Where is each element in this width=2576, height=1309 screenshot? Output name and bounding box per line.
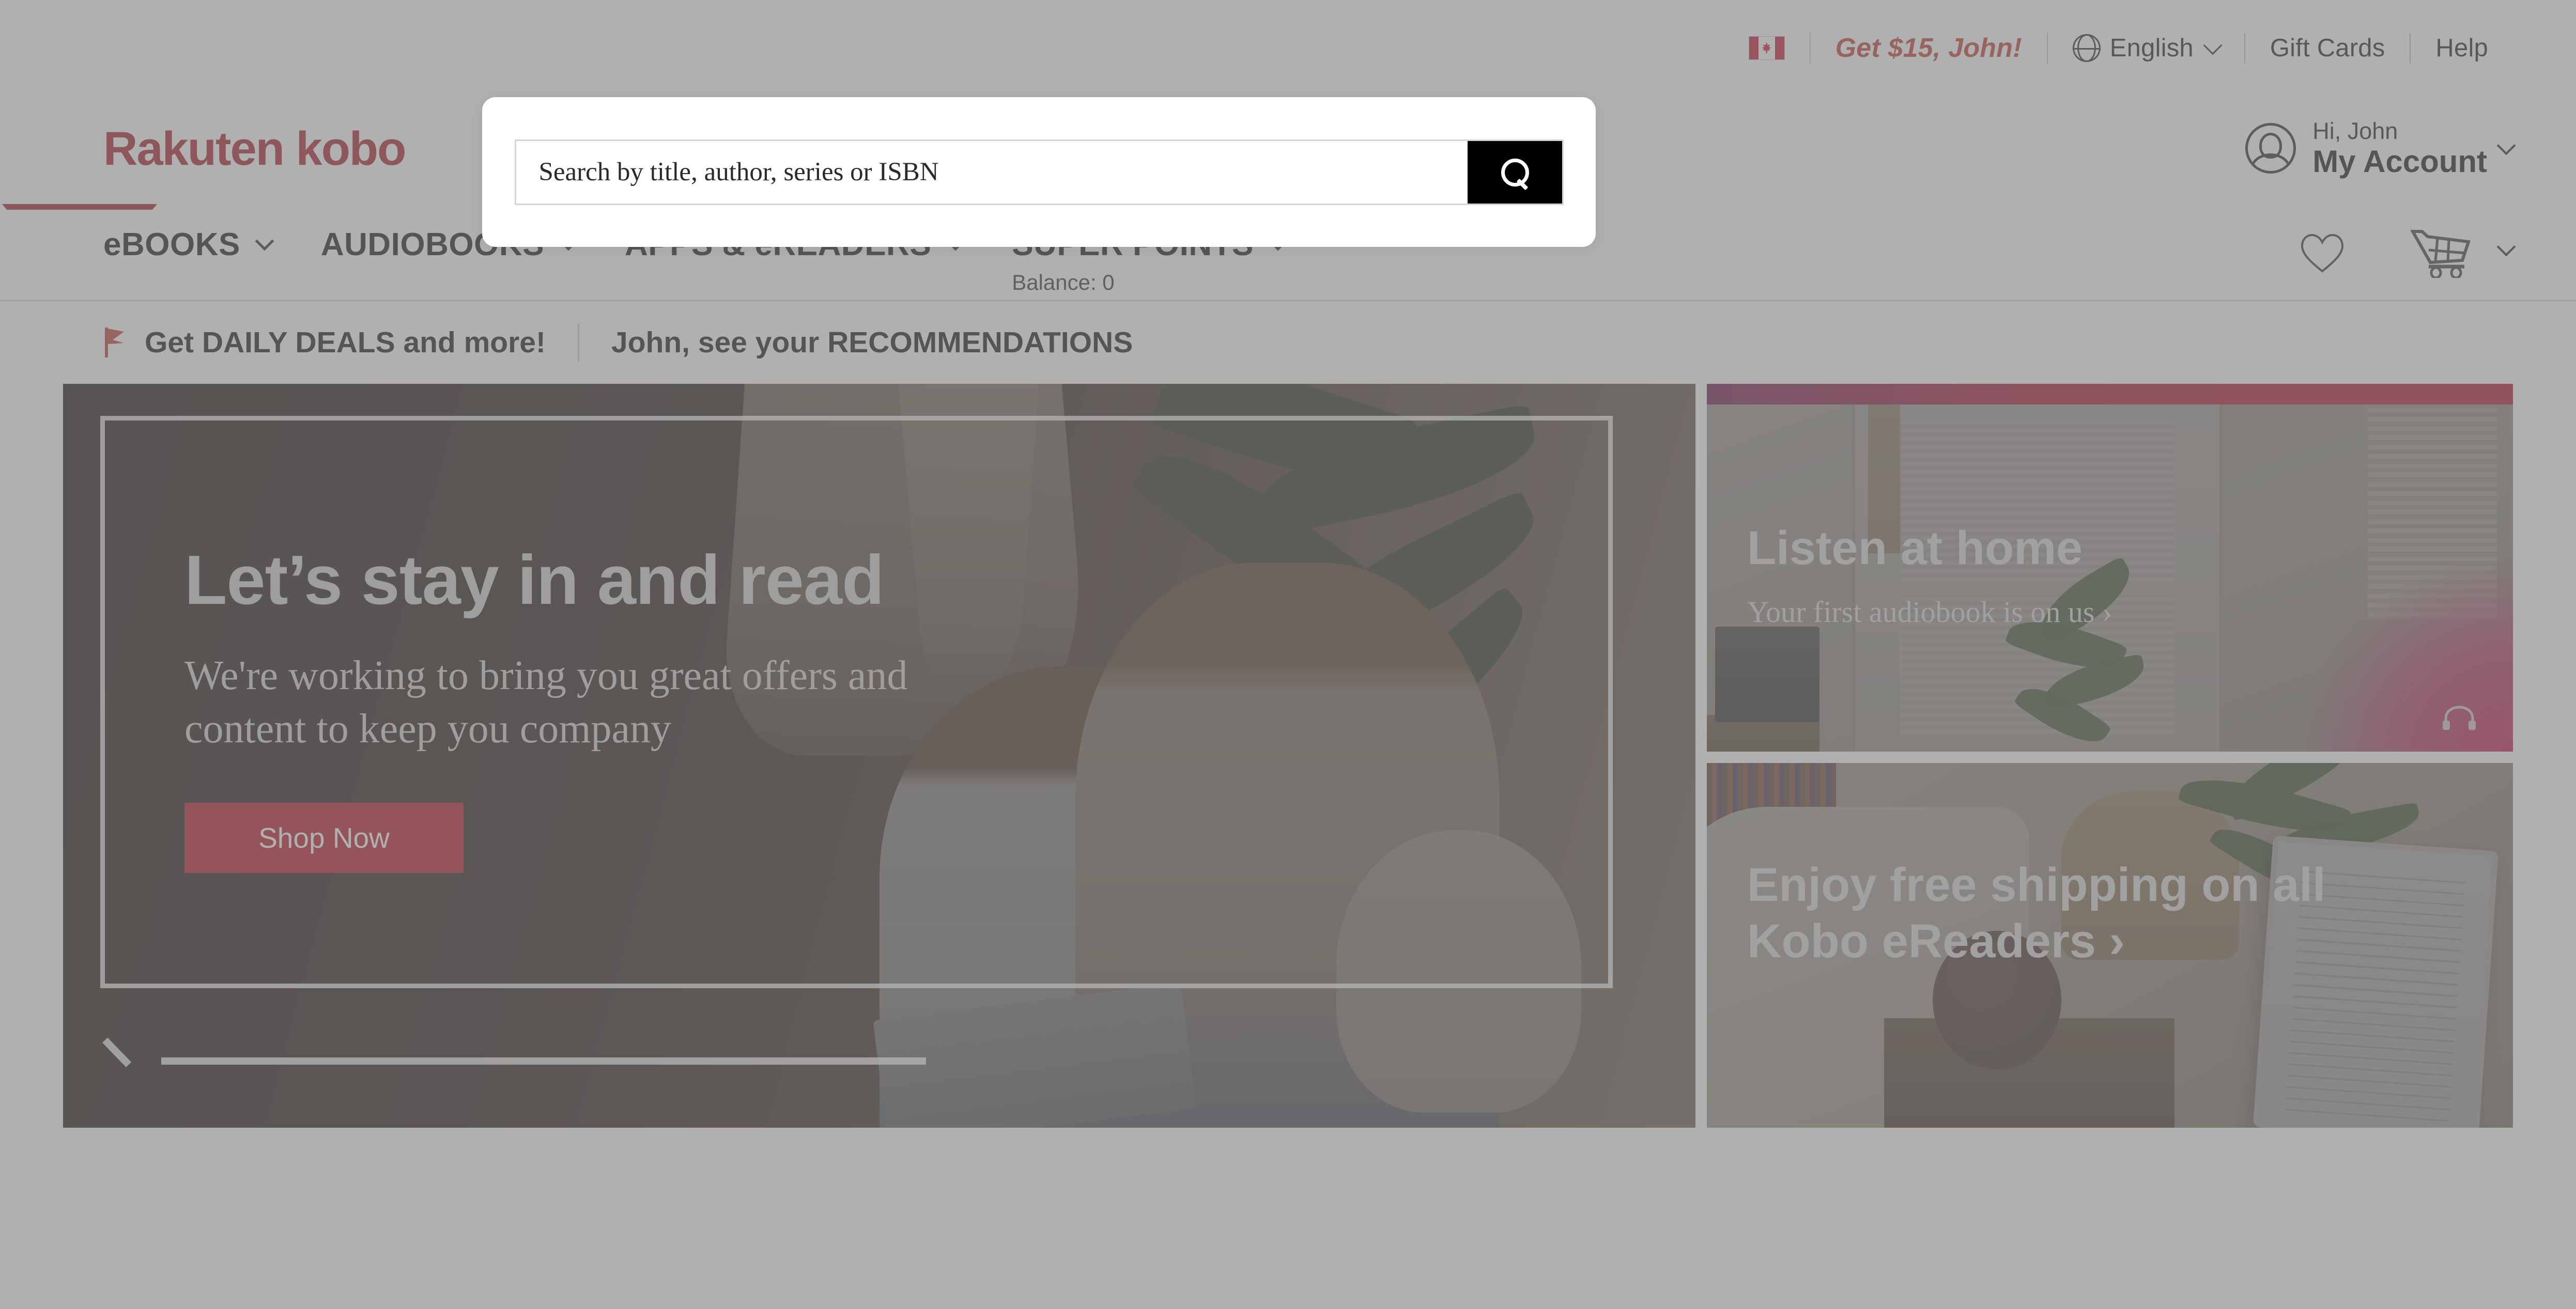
search-input[interactable] <box>516 157 1468 187</box>
search-overlay-card <box>482 97 1596 247</box>
search-bar <box>514 139 1564 205</box>
search-icon <box>1501 159 1529 186</box>
search-submit-button[interactable] <box>1467 141 1562 204</box>
